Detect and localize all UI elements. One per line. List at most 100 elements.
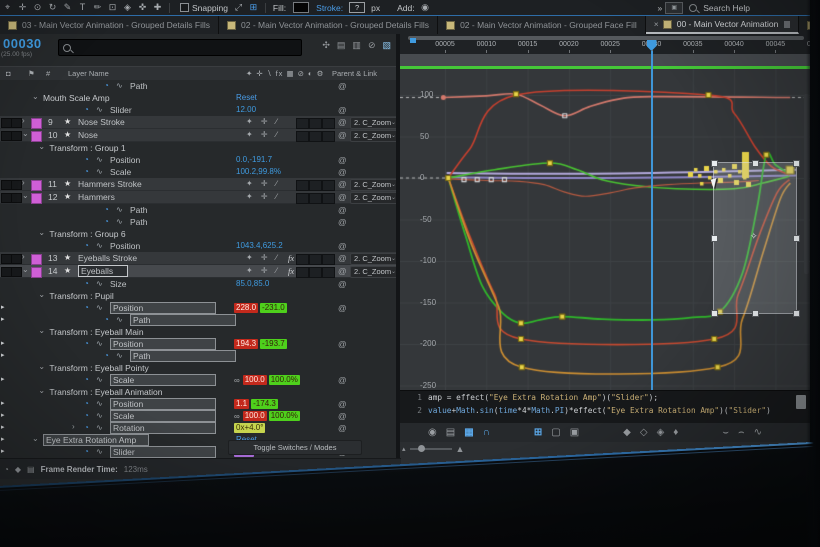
render-queue-icon[interactable]: ▤ — [27, 465, 35, 474]
stroke-label[interactable]: Stroke: — [316, 3, 343, 13]
keyframe-navigator-icon[interactable]: ▸ — [1, 423, 5, 431]
keyframe-navigator-icon[interactable]: ▸ — [1, 339, 5, 347]
switch-cell[interactable] — [309, 118, 322, 129]
stopwatch-icon[interactable]: ◔ — [84, 375, 89, 384]
stopwatch-icon[interactable]: ◔ — [84, 411, 89, 420]
type-tool-icon[interactable]: T — [75, 2, 90, 13]
graph-overlay-icon[interactable]: ∿ — [96, 167, 103, 176]
property-label[interactable]: Path — [130, 81, 148, 91]
switch-cell[interactable] — [322, 193, 335, 204]
layer-color-swatch[interactable] — [31, 193, 42, 204]
keyframe-navigator-icon[interactable]: ▸ — [1, 351, 5, 359]
switch-cell[interactable] — [322, 118, 335, 129]
pick-whip-icon[interactable]: @ — [338, 375, 347, 385]
expand-arrow[interactable]: › — [22, 116, 25, 125]
fx-switch[interactable]: fx — [288, 266, 294, 276]
property-label[interactable]: Slider — [110, 105, 132, 115]
stroke-value[interactable]: ? — [349, 2, 365, 13]
add-button-icon[interactable]: ◉ — [418, 2, 433, 13]
keyframe-navigator-icon[interactable]: ▸ — [1, 399, 5, 407]
property-label[interactable]: Size — [110, 279, 127, 289]
switch-cell[interactable] — [309, 193, 322, 204]
expand-arrow[interactable]: › — [22, 178, 25, 187]
property-label[interactable]: Rotation — [110, 422, 216, 434]
keyframe-navigator-icon[interactable]: ▸ — [1, 315, 5, 323]
graph-overlay-icon[interactable]: ∿ — [116, 205, 123, 214]
prop-row-position[interactable]: ▸◔∿Position194.3-193.7@ — [0, 338, 397, 350]
property-label[interactable]: Position — [110, 241, 140, 251]
overflow-chevrons[interactable]: » — [657, 3, 662, 13]
keyframe-navigator-icon[interactable]: ▸ — [1, 375, 5, 383]
value-chip[interactable]: -231.0 — [260, 303, 287, 313]
parent-pick-whip[interactable]: @ — [338, 253, 347, 263]
group-label[interactable]: Transform : Group 6 — [49, 229, 125, 239]
expression-editor[interactable]: 1amp = effect("Eye Extra Rotation Amp")(… — [400, 390, 810, 424]
value-chip[interactable]: 100.0% — [269, 375, 300, 385]
zoom-tool-icon[interactable]: ⊙ — [30, 2, 45, 13]
snapping-checkbox[interactable] — [180, 3, 189, 12]
prop-row-path[interactable]: ◔∿Path@ — [0, 80, 397, 92]
switch-cell[interactable] — [322, 254, 335, 265]
switch-cell[interactable] — [296, 267, 309, 278]
audio-switch[interactable] — [11, 118, 22, 128]
parent-pick-whip[interactable]: @ — [338, 130, 347, 140]
fx-switch[interactable]: fx — [288, 253, 294, 263]
graph-overlay-icon[interactable]: ∿ — [96, 399, 103, 408]
choose-graph-type-icon[interactable]: ▤ — [446, 427, 455, 438]
layer-row-9[interactable]: ›9★Nose Stroke✦ ✛ ∕@2. C_Zoom⌄ — [0, 116, 397, 129]
graph-overlay-icon[interactable]: ∿ — [96, 375, 103, 384]
group-row-mouth-scale-amp[interactable]: ⌄Mouth Scale AmpReset — [0, 92, 397, 104]
graph-overlay-icon[interactable]: ∿ — [96, 155, 103, 164]
current-time-display[interactable]: 00030 — [3, 36, 42, 51]
value-chip[interactable]: 100.2,99.8% — [234, 167, 283, 177]
prop-row-position[interactable]: ◔∿Position0.0,-191.7@ — [0, 154, 397, 166]
fit-selection-icon[interactable]: ▢ — [551, 427, 560, 438]
selection-box-handle[interactable] — [752, 310, 759, 317]
layer-color-swatch[interactable] — [31, 131, 42, 142]
zoom-slider-knob[interactable] — [418, 445, 425, 452]
prop-row-path[interactable]: ◔∿Path@ — [0, 204, 397, 216]
easy-ease-out-icon[interactable]: ∿ — [754, 427, 762, 438]
pick-whip-icon[interactable]: @ — [338, 339, 347, 349]
group-row-transform-group-1[interactable]: ⌄Transform : Group 1 — [0, 142, 397, 154]
selection-box-handle[interactable] — [793, 160, 800, 167]
property-label[interactable]: Position — [110, 302, 216, 314]
group-row-transform-eyeball-pointy[interactable]: ⌄Transform : Eyeball Pointy — [0, 362, 397, 374]
pick-whip-icon[interactable]: @ — [338, 279, 347, 289]
pick-whip-icon[interactable]: @ — [338, 303, 347, 313]
property-label[interactable]: Slider — [110, 446, 216, 458]
graph-overlay-icon[interactable]: ∿ — [96, 279, 103, 288]
stopwatch-icon[interactable]: ◔ — [84, 339, 89, 348]
graph-overlay-icon[interactable]: ∿ — [96, 447, 103, 456]
switch-cell[interactable] — [309, 131, 322, 142]
property-label[interactable]: Path — [130, 350, 236, 362]
parent-link-column-header[interactable]: Parent & Link — [332, 69, 377, 78]
property-label[interactable]: Scale — [110, 374, 216, 386]
audio-switch[interactable] — [11, 131, 22, 141]
expand-arrow[interactable]: ⌄ — [38, 362, 45, 371]
keyframe-navigator-icon[interactable]: ▸ — [1, 303, 5, 311]
group-label[interactable]: Transform : Pupil — [49, 291, 113, 301]
selection-box-handle[interactable] — [711, 160, 718, 167]
value-chip[interactable]: 12.00 — [234, 105, 258, 115]
switch-cell[interactable] — [309, 267, 322, 278]
property-label[interactable]: Scale — [110, 410, 216, 422]
number-column-header[interactable]: # — [46, 69, 50, 78]
frame-blending-icon[interactable]: ▥ — [352, 40, 361, 51]
stopwatch-icon[interactable]: ◔ — [104, 205, 109, 214]
prop-row-rotation[interactable]: ▸›◔∿Rotation0x+4.0°@ — [0, 422, 397, 434]
toggle-switches-modes-button[interactable]: Toggle Switches / Modes — [228, 440, 362, 455]
expand-arrow[interactable]: ⌄ — [22, 265, 29, 274]
snap-frame-icon[interactable]: ⊞ — [246, 2, 261, 13]
layer-switches[interactable]: ✦ ✛ ∕ — [246, 130, 280, 139]
value-chip[interactable]: 0x+4.0° — [234, 423, 265, 433]
auto-zoom-height-icon[interactable]: ⊞ — [534, 427, 542, 438]
composition-tab-1[interactable]: 02 - Main Vector Animation - Grouped Det… — [219, 16, 438, 34]
prop-row-path[interactable]: ▸◔∿Path — [0, 350, 397, 362]
selection-box-handle[interactable] — [711, 235, 718, 242]
graph-overlay-icon[interactable]: ∿ — [96, 105, 103, 114]
layer-row-13[interactable]: ›13★Eyeballs Stroke✦ ✛ ∕fx@2. C_Zoom⌄ — [0, 252, 397, 265]
pick-whip-icon[interactable]: @ — [338, 241, 347, 251]
expand-arrow[interactable]: ⌄ — [32, 434, 39, 443]
snap-toggle-icon[interactable]: ▦ — [464, 427, 473, 438]
